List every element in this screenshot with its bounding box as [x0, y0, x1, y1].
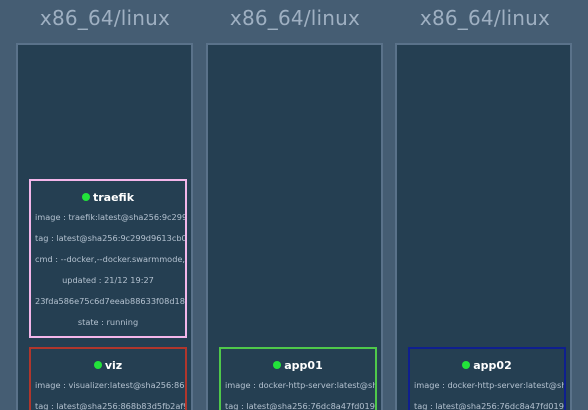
- service-header: app02: [410, 356, 564, 372]
- service-name: app02: [473, 359, 512, 372]
- status-running-icon: [273, 361, 282, 369]
- service-cmd: cmd : --docker,--docker.swarmmode,--web: [35, 254, 185, 264]
- service-image: image : docker-http-server:latest@sha256…: [414, 380, 564, 390]
- swarm-visualizer: x86_64/linux traefik image : traefik:lat…: [0, 0, 588, 410]
- node-title: x86_64/linux: [419, 6, 551, 30]
- status-running-icon: [93, 361, 102, 369]
- service-header: app01: [221, 356, 375, 372]
- status-running-icon: [81, 193, 90, 201]
- service-image: image : visualizer:latest@sha256:868b83d…: [35, 380, 185, 390]
- service-card-app01[interactable]: app01 image : docker-http-server:latest@…: [219, 347, 377, 410]
- service-card-traefik[interactable]: traefik image : traefik:latest@sha256:9c…: [29, 179, 187, 338]
- service-updated: updated : 21/12 19:27: [62, 275, 154, 285]
- service-name: traefik: [92, 191, 135, 204]
- service-container-id: 23fda586e75c6d7eeab88633f08d18b4: [35, 296, 185, 306]
- service-header: viz: [31, 356, 185, 372]
- service-tag: tag : latest@sha256:76dc8a47fd019f0e: [414, 401, 564, 410]
- node-column: app01 image : docker-http-server:latest@…: [206, 43, 383, 410]
- status-running-icon: [462, 361, 471, 369]
- service-state: state : running: [77, 317, 139, 327]
- service-header: traefik: [31, 188, 185, 204]
- service-card-viz[interactable]: viz image : visualizer:latest@sha256:868…: [29, 347, 187, 410]
- service-tag: tag : latest@sha256:76dc8a47fd019f0e: [225, 401, 375, 410]
- service-image: image : traefik:latest@sha256:9c299d9613…: [35, 212, 185, 222]
- node-column: traefik image : traefik:latest@sha256:9c…: [16, 43, 193, 410]
- node-title: x86_64/linux: [229, 6, 361, 30]
- service-name: viz: [104, 359, 123, 372]
- service-tag: tag : latest@sha256:9c299d9613cb0b54d2f9…: [35, 233, 185, 243]
- service-card-app02[interactable]: app02 image : docker-http-server:latest@…: [408, 347, 566, 410]
- node-title: x86_64/linux: [39, 6, 171, 30]
- service-tag: tag : latest@sha256:868b83d5fb2af9c: [35, 401, 185, 410]
- service-image: image : docker-http-server:latest@sha256…: [225, 380, 375, 390]
- service-name: app01: [284, 359, 323, 372]
- node-column: app02 image : docker-http-server:latest@…: [395, 43, 572, 410]
